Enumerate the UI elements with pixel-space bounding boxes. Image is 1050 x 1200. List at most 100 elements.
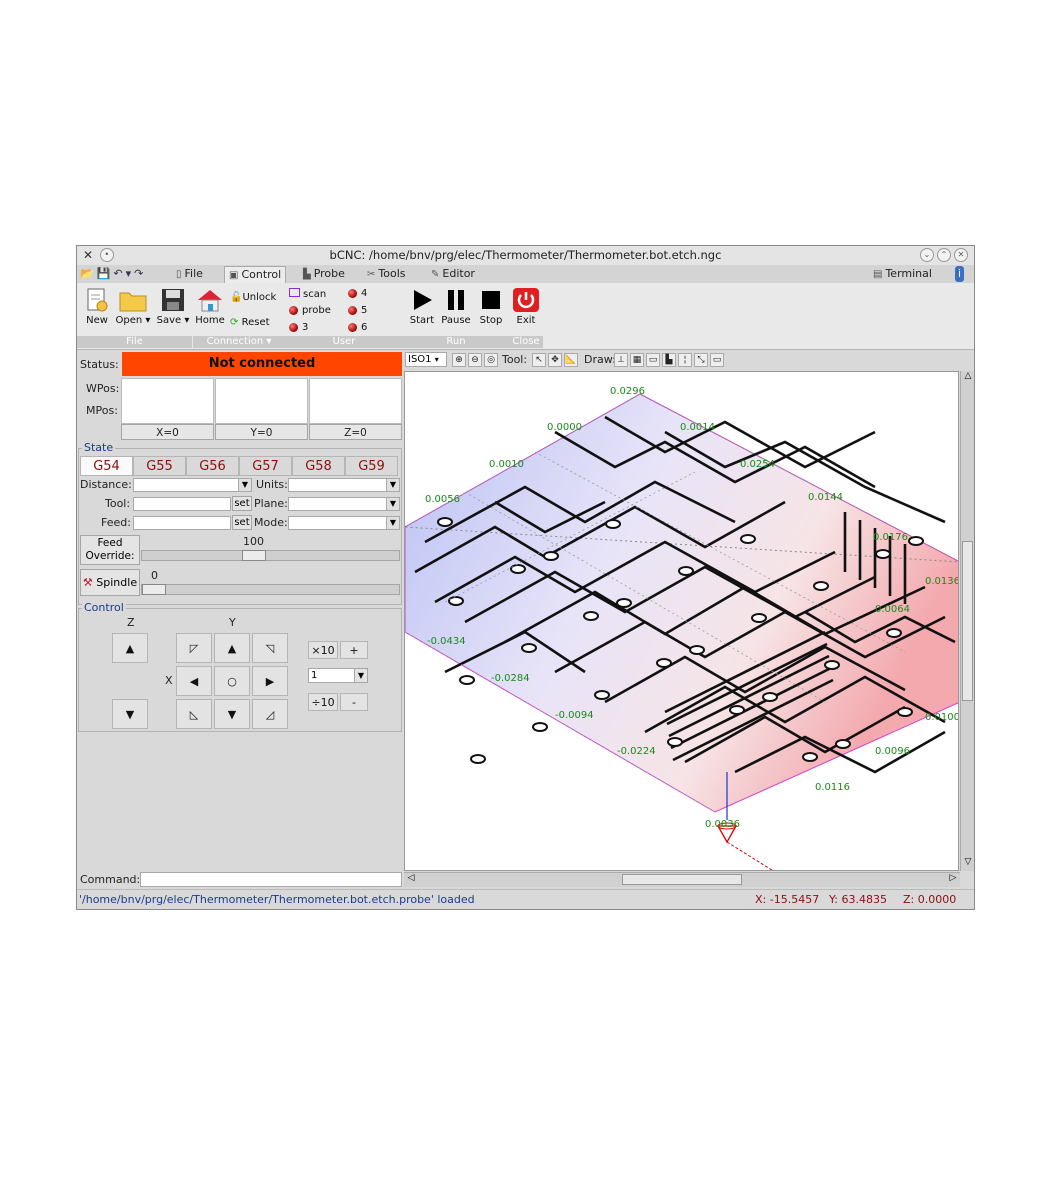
quick-save-icon[interactable]: 💾 <box>97 267 111 280</box>
distance-select[interactable]: ▼ <box>133 478 252 492</box>
redo-icon[interactable]: ↷ <box>134 267 143 280</box>
scan-button[interactable]: scan <box>289 288 326 300</box>
open-button[interactable]: Open ▾ <box>115 287 151 326</box>
quick-open-icon[interactable]: 📂 <box>80 267 94 280</box>
tab-tools[interactable]: ✂ Tools <box>363 266 410 282</box>
undo-icon[interactable]: ↶ <box>113 267 122 280</box>
pause-button[interactable]: Pause <box>439 287 473 326</box>
zero-y-button[interactable]: Y=0 <box>215 424 308 440</box>
jog-down-button[interactable]: ▼ <box>214 699 250 729</box>
solder-pad <box>521 643 537 653</box>
probe-draw-icon[interactable]: ▙ <box>662 353 676 367</box>
horizontal-scroll-thumb[interactable] <box>622 874 742 885</box>
zero-x-button[interactable]: X=0 <box>121 424 214 440</box>
spindle-slider[interactable] <box>141 584 400 595</box>
command-input[interactable] <box>140 872 402 887</box>
undo-dropdown-icon[interactable]: ▾ <box>126 267 132 280</box>
info-icon[interactable]: i <box>955 266 965 282</box>
jog-z-down-button[interactable]: ▼ <box>112 699 148 729</box>
pan-icon[interactable]: ✥ <box>548 353 562 367</box>
zoom-fit-icon[interactable]: ◎ <box>484 353 498 367</box>
select-pointer-icon[interactable]: ↖ <box>532 353 546 367</box>
tab-probe[interactable]: ▙ Probe <box>299 266 349 282</box>
step-increase-button[interactable]: + <box>340 641 368 659</box>
jog-up-button[interactable]: ▲ <box>214 633 250 663</box>
window-controls: ⌄ ⌃ ✕ <box>917 248 968 262</box>
wcs-g58-button[interactable]: G58 <box>292 456 345 476</box>
canvas-vertical-scrollbar[interactable]: △ ▽ <box>960 371 974 871</box>
step-decrease-button[interactable]: - <box>340 693 368 711</box>
tool-set-button[interactable]: set <box>232 496 252 511</box>
wcs-g55-button[interactable]: G55 <box>133 456 186 476</box>
feed-override-button[interactable]: Feed Override: <box>80 535 140 565</box>
stop-button[interactable]: Stop <box>475 287 507 326</box>
rapid-icon[interactable]: ¦ <box>678 353 692 367</box>
jog-right-button[interactable]: ▶ <box>252 666 288 696</box>
view-select[interactable]: ISO1 ▾ <box>405 352 447 367</box>
scroll-down-icon[interactable]: ▽ <box>961 857 974 871</box>
tab-control[interactable]: ▣ Control <box>224 266 287 283</box>
scroll-left-icon[interactable]: ◁ <box>404 873 418 887</box>
jog-up-left-button[interactable]: ◸ <box>176 633 212 663</box>
step-size-dropdown-icon[interactable]: ▼ <box>354 668 368 683</box>
user-button-6[interactable]: 6 <box>348 322 367 333</box>
jog-z-up-button[interactable]: ▲ <box>112 633 148 663</box>
terminal-button[interactable]: ▤ Terminal <box>869 266 936 282</box>
jog-left-button[interactable]: ◀ <box>176 666 212 696</box>
scroll-right-icon[interactable]: ▷ <box>946 873 960 887</box>
user-button-3[interactable]: 3 <box>289 322 308 333</box>
tab-editor[interactable]: ✎ Editor <box>427 266 479 282</box>
start-button[interactable]: Start <box>407 287 437 326</box>
user-button-4[interactable]: 4 <box>348 288 367 299</box>
new-button[interactable]: New <box>83 287 111 326</box>
jog-home-button[interactable]: ○ <box>214 666 250 696</box>
minimize-icon[interactable]: ⌄ <box>920 248 934 262</box>
chevron-down-icon: ▼ <box>386 517 399 529</box>
step-div10-button[interactable]: ÷10 <box>308 693 338 711</box>
tab-file[interactable]: ▯ File <box>172 266 207 282</box>
zoom-in-icon[interactable]: ⊕ <box>452 353 466 367</box>
group-label-connection[interactable]: Connection ▾ <box>193 336 286 348</box>
feed-input[interactable] <box>133 516 231 530</box>
probe-value-label: -0.0434 <box>427 636 466 647</box>
tool-input[interactable] <box>133 497 231 511</box>
maximize-icon[interactable]: ⌃ <box>937 248 951 262</box>
feed-set-button[interactable]: set <box>232 515 252 530</box>
jog-down-left-button[interactable]: ◺ <box>176 699 212 729</box>
home-button[interactable]: Home <box>194 287 226 326</box>
zoom-out-icon[interactable]: ⊖ <box>468 353 482 367</box>
jog-down-right-button[interactable]: ◿ <box>252 699 288 729</box>
solder-pad <box>729 705 745 715</box>
wcs-g56-button[interactable]: G56 <box>186 456 239 476</box>
canvas-horizontal-scrollbar[interactable]: ◁ ▷ <box>404 872 960 887</box>
user-button-5[interactable]: 5 <box>348 305 367 316</box>
wcs-g59-button[interactable]: G59 <box>345 456 398 476</box>
unlock-button[interactable]: 🔓Unlock <box>230 292 276 303</box>
zero-z-button[interactable]: Z=0 <box>309 424 402 440</box>
workarea-icon[interactable]: ▭ <box>710 353 724 367</box>
feed-override-slider[interactable] <box>141 550 400 561</box>
ruler-icon[interactable]: 📐 <box>564 353 578 367</box>
step-times10-button[interactable]: ×10 <box>308 641 338 659</box>
scroll-up-icon[interactable]: △ <box>961 371 974 385</box>
save-button[interactable]: Save ▾ <box>155 287 191 326</box>
wcs-g54-button[interactable]: G54 <box>80 456 133 476</box>
paths-icon[interactable]: ⤡ <box>694 353 708 367</box>
plane-select[interactable]: ▼ <box>288 497 400 511</box>
margins-icon[interactable]: ▭ <box>646 353 660 367</box>
exit-button[interactable]: Exit <box>511 287 541 326</box>
mode-select[interactable]: ▼ <box>288 516 400 530</box>
close-icon[interactable]: ✕ <box>954 248 968 262</box>
grid-icon[interactable]: ▦ <box>630 353 644 367</box>
feed-override-knob[interactable] <box>242 550 266 561</box>
gcode-canvas[interactable]: 0.0296 0.0014 0.0000 0.0254 0.0144 0.0176 -0.0… <box>404 371 959 871</box>
spindle-button[interactable]: ⚒ Spindle <box>80 569 140 596</box>
reset-button[interactable]: ⟳ Reset <box>230 317 270 328</box>
wcs-g57-button[interactable]: G57 <box>239 456 292 476</box>
jog-up-right-button[interactable]: ◹ <box>252 633 288 663</box>
axes-icon[interactable]: ⟂ <box>614 353 628 367</box>
probe-button[interactable]: probe <box>289 305 331 316</box>
units-select[interactable]: ▼ <box>288 478 400 492</box>
spindle-knob[interactable] <box>142 584 166 595</box>
vertical-scroll-thumb[interactable] <box>962 541 973 701</box>
